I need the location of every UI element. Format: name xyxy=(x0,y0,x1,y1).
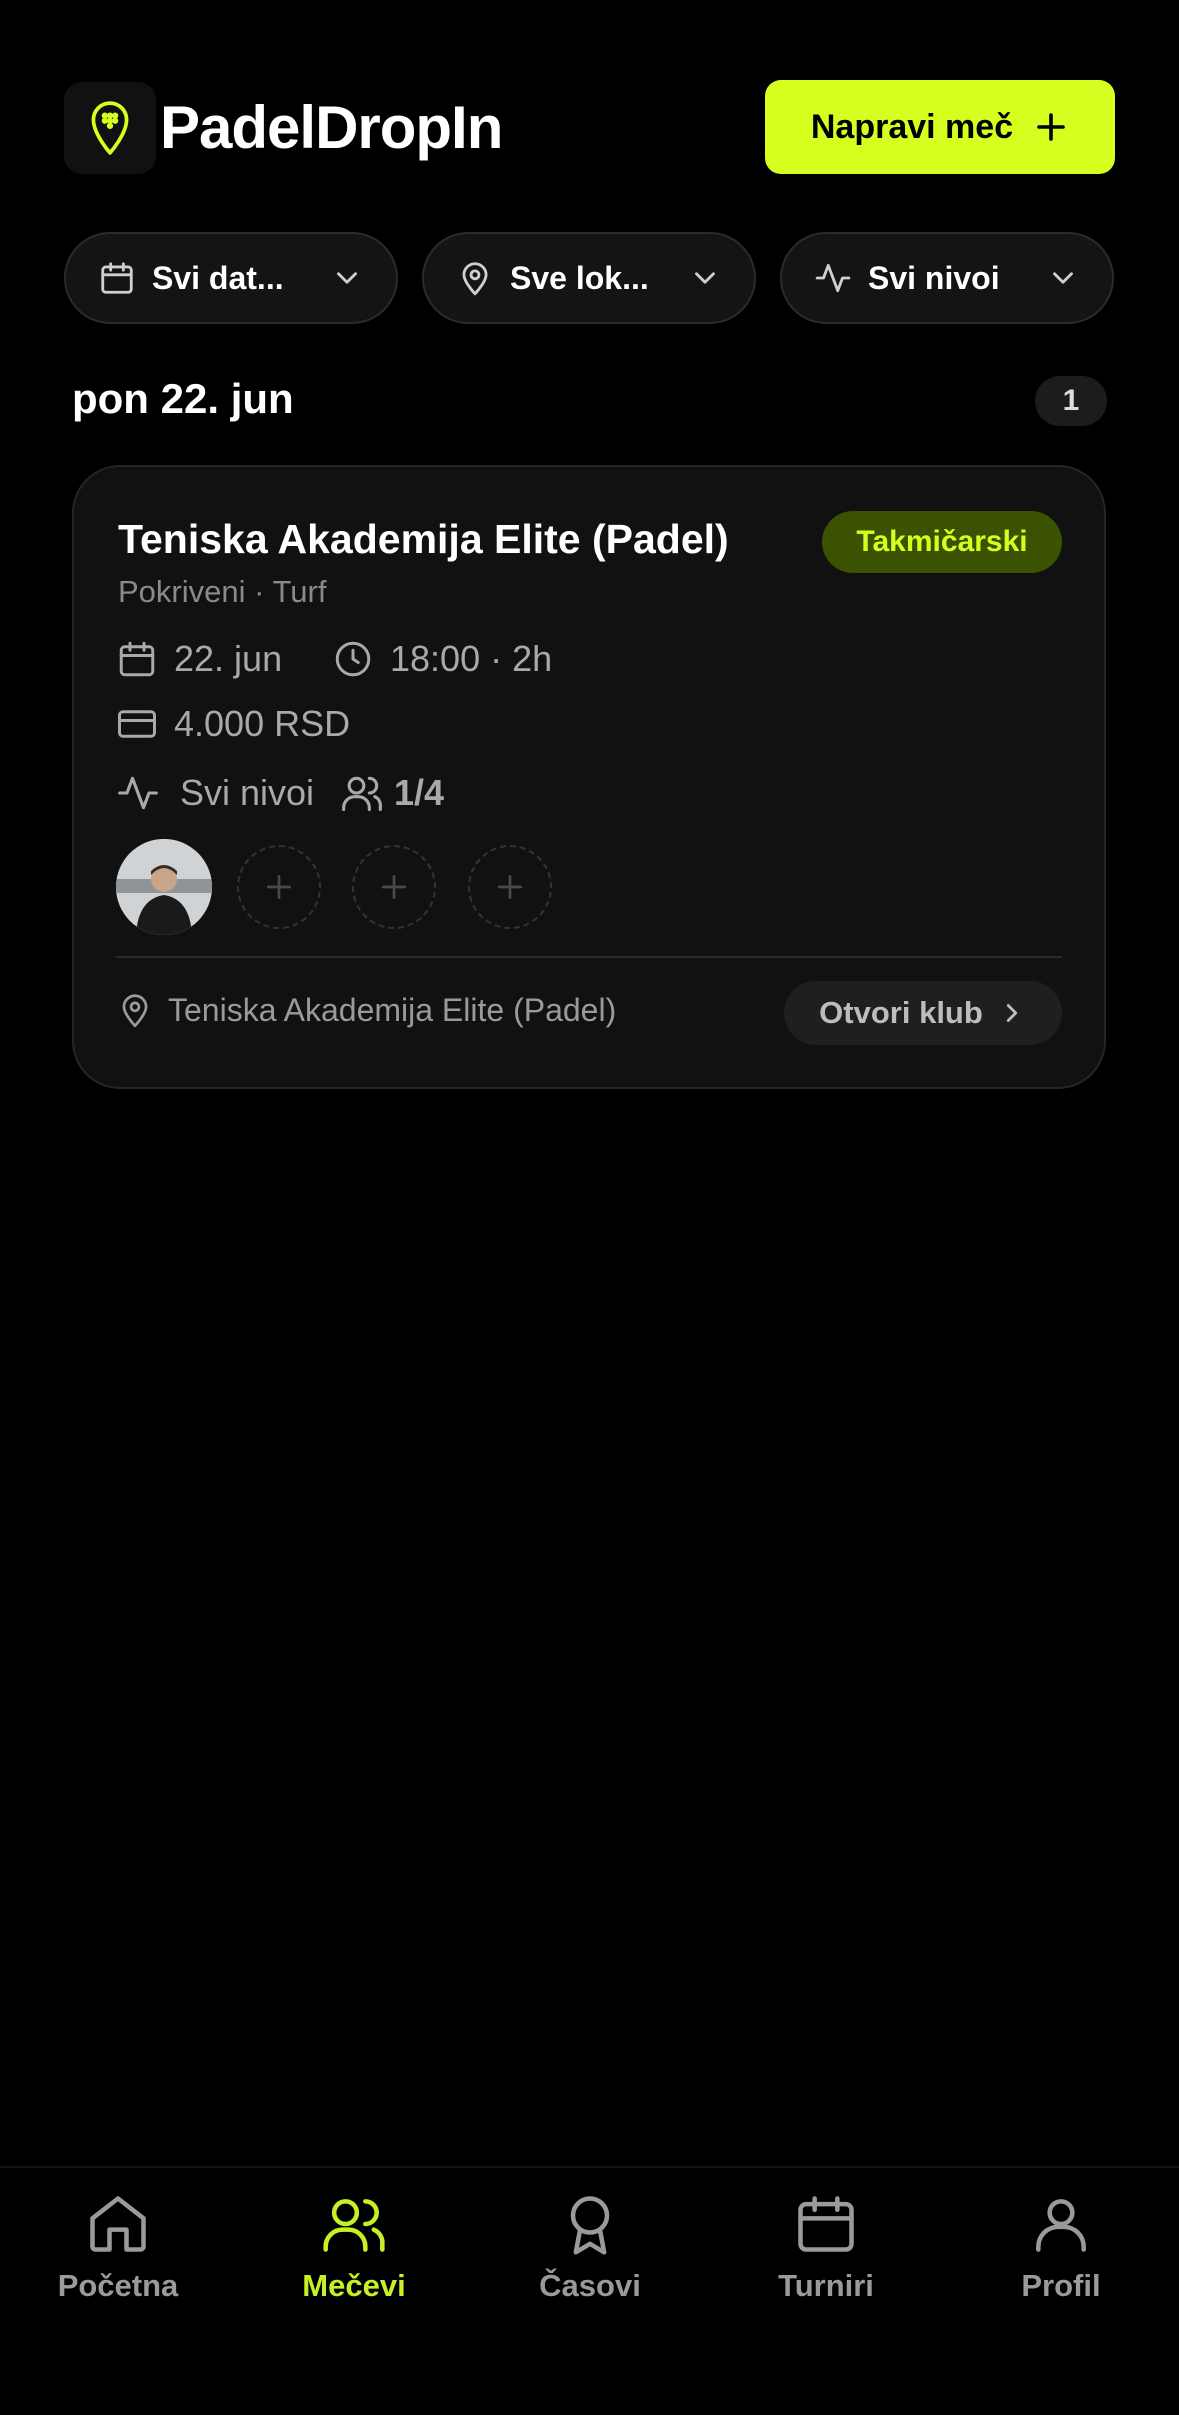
plus-icon xyxy=(498,875,522,899)
users-icon xyxy=(323,2199,385,2252)
empty-player-slot[interactable] xyxy=(237,845,321,929)
level-filter-label: Svi nivoi xyxy=(868,259,1000,296)
match-players-text: 1/4 xyxy=(394,772,445,813)
users-icon xyxy=(342,776,382,812)
padel-pin-icon xyxy=(91,101,129,155)
match-location: Teniska Akademija Elite (Padel) xyxy=(116,991,616,1029)
nav-item-profile[interactable]: Profil xyxy=(943,2190,1179,2304)
match-level: Svi nivoi xyxy=(116,771,314,815)
match-date: 22. jun xyxy=(116,638,282,680)
nav-item-home[interactable]: Početna xyxy=(0,2190,236,2304)
empty-player-slot[interactable] xyxy=(352,845,436,929)
date-filter-label: Svi dat... xyxy=(152,259,284,296)
match-subtitle: Pokriveni · Turf xyxy=(118,574,327,609)
level-filter[interactable]: Svi nivoi xyxy=(780,232,1114,324)
chevron-right-icon xyxy=(1006,1004,1017,1022)
nav-label: Početna xyxy=(57,2268,179,2303)
player-avatar[interactable] xyxy=(116,839,212,935)
activity-icon xyxy=(118,776,158,810)
credit-card-icon xyxy=(118,710,156,738)
calendar-icon xyxy=(101,262,133,294)
match-price-text: 4.000 RSD xyxy=(174,703,351,744)
nav-item-matches[interactable]: Mečevi xyxy=(236,2190,472,2304)
clock-icon xyxy=(335,641,371,677)
nav-label: Mečevi xyxy=(302,2268,406,2303)
nav-item-lessons[interactable]: Časovi xyxy=(472,2190,708,2304)
app-logo xyxy=(64,82,156,174)
location-pin-icon xyxy=(122,994,148,1028)
nav-label: Turniri xyxy=(778,2268,874,2303)
create-match-button[interactable]: Napravi meč xyxy=(765,80,1115,174)
calendar-icon xyxy=(119,641,155,677)
create-match-label: Napravi meč xyxy=(810,107,1014,146)
calendar-icon xyxy=(798,2196,854,2252)
match-level-text: Svi nivoi xyxy=(180,772,315,813)
location-filter[interactable]: Sve lok... xyxy=(422,232,756,324)
home-icon xyxy=(90,2196,146,2252)
app-title: PadelDropIn xyxy=(160,94,503,161)
nav-label: Časovi xyxy=(539,2268,641,2303)
player-photo xyxy=(116,839,212,935)
plus-icon xyxy=(382,875,406,899)
match-price: 4.000 RSD xyxy=(116,703,350,745)
match-date-text: 22. jun xyxy=(174,638,283,679)
match-time: 18:00 · 2h xyxy=(332,638,552,680)
chevron-down-icon xyxy=(337,272,357,284)
plus-icon xyxy=(267,875,291,899)
competitive-tag: Takmičarski xyxy=(822,511,1062,573)
card-divider xyxy=(116,956,1062,958)
match-location-text: Teniska Akademija Elite (Padel) xyxy=(168,991,617,1028)
nav-label: Profil xyxy=(1021,2268,1101,2303)
open-club-label: Otvori klub xyxy=(819,995,983,1030)
activity-icon xyxy=(815,263,851,293)
match-count-badge: 1 xyxy=(1035,376,1107,426)
award-icon xyxy=(570,2196,610,2255)
chevron-down-icon xyxy=(695,272,715,284)
plus-icon xyxy=(1037,113,1065,141)
match-players: 1/4 xyxy=(340,771,444,815)
section-date: pon 22. jun xyxy=(72,375,294,422)
user-icon xyxy=(1036,2199,1086,2252)
match-title: Teniska Akademija Elite (Padel) xyxy=(118,516,729,562)
nav-item-tournaments[interactable]: Turniri xyxy=(708,2190,944,2304)
date-filter[interactable]: Svi dat... xyxy=(64,232,398,324)
chevron-down-icon xyxy=(1053,272,1073,284)
match-time-text: 18:00 · 2h xyxy=(390,638,553,679)
location-pin-icon xyxy=(462,262,488,296)
open-club-button[interactable]: Otvori klub xyxy=(784,981,1062,1045)
location-filter-label: Sve lok... xyxy=(510,259,649,296)
empty-player-slot[interactable] xyxy=(468,845,552,929)
